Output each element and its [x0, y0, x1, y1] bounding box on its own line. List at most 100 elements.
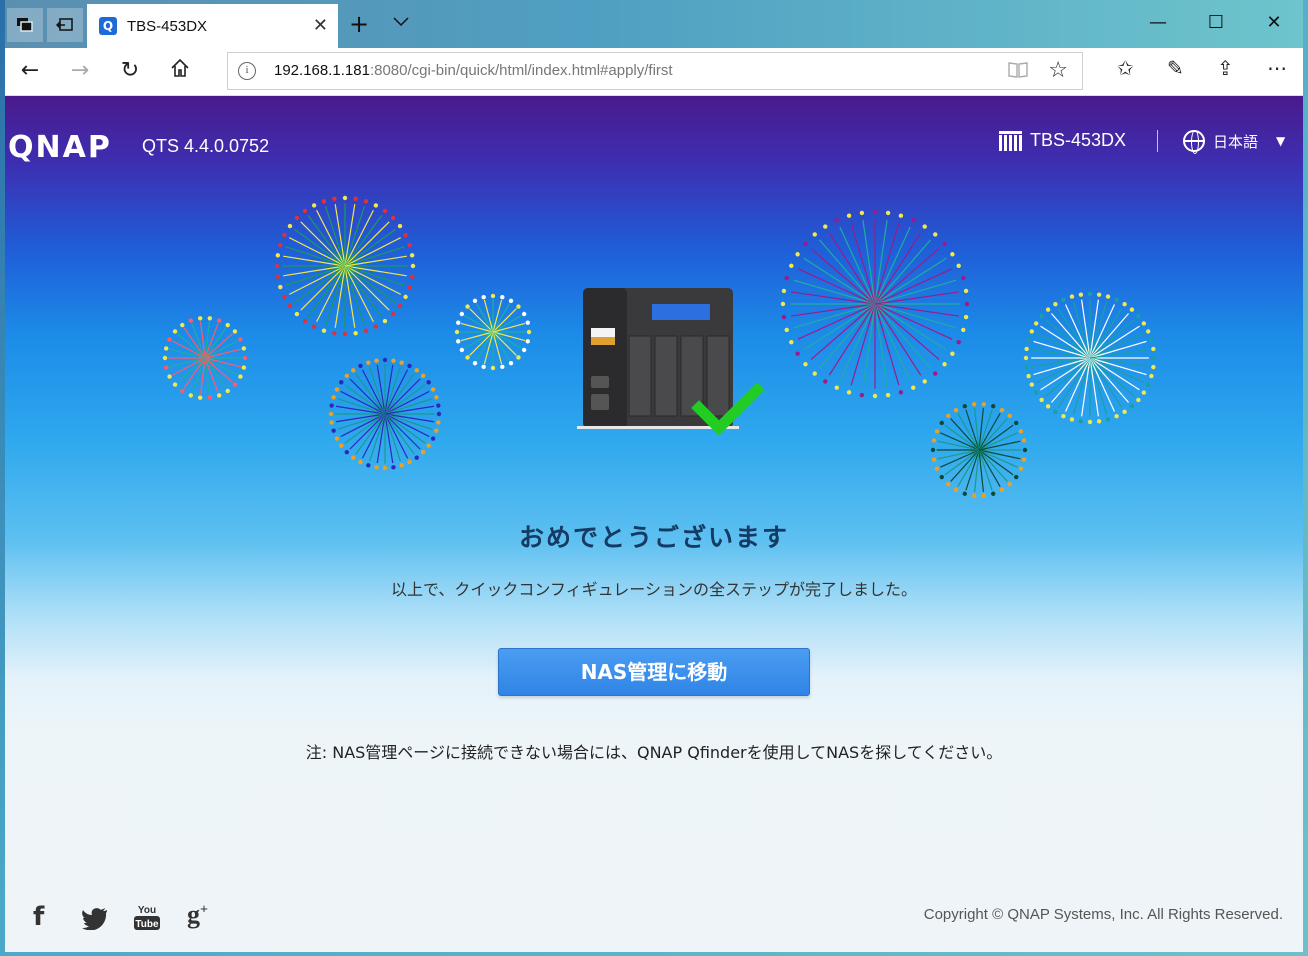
firework-spark	[934, 429, 940, 434]
firework-spark	[991, 491, 996, 496]
youtube-icon[interactable]: You Tube	[133, 902, 161, 939]
firework-spark	[961, 275, 966, 281]
firework-spark	[780, 301, 786, 307]
firework-spark	[1122, 301, 1127, 307]
address-bar[interactable]: i 192.168.1.181:8080/cgi-bin/quick/html/…	[227, 52, 1083, 90]
firework-spark	[459, 347, 465, 353]
firework-spark	[500, 295, 505, 300]
firework-spark	[241, 365, 247, 370]
firework-spark	[242, 355, 248, 361]
firework-spark	[329, 403, 334, 408]
back-arrow-icon[interactable]: ←	[15, 58, 45, 83]
browser-window: Q TBS-453DX ✕ + — ☐ ✕ ← → ↻ i 192.168.1.…	[5, 0, 1303, 952]
firework-ray	[294, 228, 346, 267]
reading-view-icon[interactable]	[1008, 61, 1028, 84]
firework-spark	[1033, 390, 1039, 395]
nas-device-image	[577, 288, 765, 436]
firework-spark	[1146, 382, 1151, 387]
share-icon[interactable]: ⇪	[1217, 56, 1234, 80]
firework-spark	[374, 358, 379, 363]
tab-list-chevron-icon[interactable]	[393, 12, 409, 31]
completion-description: 以上で、クイックコンフィギュレーションの全ステップが完了しました。	[391, 580, 917, 599]
firework-spark	[390, 311, 396, 317]
firework-spark	[1078, 292, 1084, 297]
firework-spark	[278, 242, 283, 248]
facebook-icon[interactable]: f	[33, 902, 44, 932]
firework-spark	[1029, 382, 1034, 387]
firework-spark	[934, 466, 940, 471]
more-options-icon[interactable]: ⋯	[1267, 56, 1287, 80]
firework-spark	[950, 351, 955, 356]
firework-spark	[898, 213, 904, 218]
firework-spark	[516, 304, 521, 309]
firework-ray	[874, 222, 900, 305]
firework-spark	[490, 293, 496, 299]
firework-ray	[793, 303, 876, 329]
firework-spark	[1045, 307, 1051, 312]
google-plus-icon[interactable]: g+	[187, 900, 208, 930]
new-tab-icon[interactable]: +	[349, 10, 369, 38]
web-note-icon[interactable]: ✎	[1167, 56, 1184, 80]
firework-spark	[500, 364, 505, 369]
firework-spark	[472, 298, 478, 304]
firework-spark	[382, 208, 388, 214]
firework-spark	[409, 274, 415, 279]
firework-spark	[859, 392, 865, 398]
firework-spark	[407, 284, 412, 290]
firework-spark	[898, 390, 904, 395]
close-tab-icon[interactable]: ✕	[313, 15, 328, 36]
firework-spark	[1114, 297, 1119, 302]
twitter-icon[interactable]	[81, 906, 109, 936]
site-info-icon[interactable]: i	[238, 62, 256, 80]
firework-spark	[351, 368, 356, 373]
firework-spark	[784, 327, 789, 333]
firework-spark	[328, 411, 334, 417]
firework-spark	[823, 224, 828, 229]
firework-spark	[525, 320, 530, 325]
firework-spark	[812, 371, 817, 376]
firework-spark	[374, 465, 379, 470]
maximize-icon[interactable]: ☐	[1193, 12, 1239, 33]
firework-spark	[225, 322, 230, 328]
close-window-icon[interactable]: ✕	[1251, 12, 1297, 33]
firework-spark	[1026, 373, 1031, 379]
firework-spark	[382, 318, 388, 324]
firework-ray	[874, 279, 957, 305]
firework-spark	[1151, 355, 1157, 361]
tab-actions-icon[interactable]	[7, 8, 43, 42]
firework-spark	[339, 380, 344, 385]
favorites-list-icon[interactable]: ✩	[1117, 56, 1134, 80]
firework-spark	[274, 263, 280, 269]
firework-spark	[961, 327, 966, 333]
firework-spark	[964, 301, 970, 307]
firework-spark	[329, 420, 334, 425]
firework-spark	[188, 318, 194, 323]
firework-ray	[874, 303, 957, 329]
firework-spark	[1033, 321, 1039, 326]
firework-spark	[278, 284, 283, 290]
firework-spark	[962, 404, 967, 409]
firework-spark	[795, 252, 800, 257]
firework-spark	[472, 360, 478, 366]
go-to-nas-management-button[interactable]: NAS管理に移動	[498, 648, 810, 696]
firework-spark	[789, 263, 794, 268]
firework-spark	[1149, 373, 1154, 379]
firework-spark	[953, 407, 959, 413]
home-icon[interactable]	[165, 58, 195, 84]
refresh-icon[interactable]: ↻	[115, 58, 145, 83]
firework-spark	[939, 420, 944, 426]
favorite-star-icon[interactable]: ☆	[1048, 58, 1068, 83]
browser-tab[interactable]: Q TBS-453DX ✕	[87, 4, 338, 48]
firework-spark	[180, 322, 185, 328]
firework-spark	[366, 360, 371, 365]
firework-spark	[490, 365, 496, 371]
firework-spark	[812, 232, 817, 237]
forward-arrow-icon[interactable]: →	[65, 58, 95, 83]
minimize-icon[interactable]: —	[1135, 12, 1181, 33]
firework-spark	[1053, 301, 1058, 307]
url-text[interactable]: 192.168.1.181:8080/cgi-bin/quick/html/in…	[274, 62, 673, 79]
firework-spark	[1151, 346, 1156, 352]
firework-spark	[465, 304, 470, 309]
set-aside-tabs-icon[interactable]	[47, 8, 83, 42]
firework-spark	[1026, 337, 1031, 343]
